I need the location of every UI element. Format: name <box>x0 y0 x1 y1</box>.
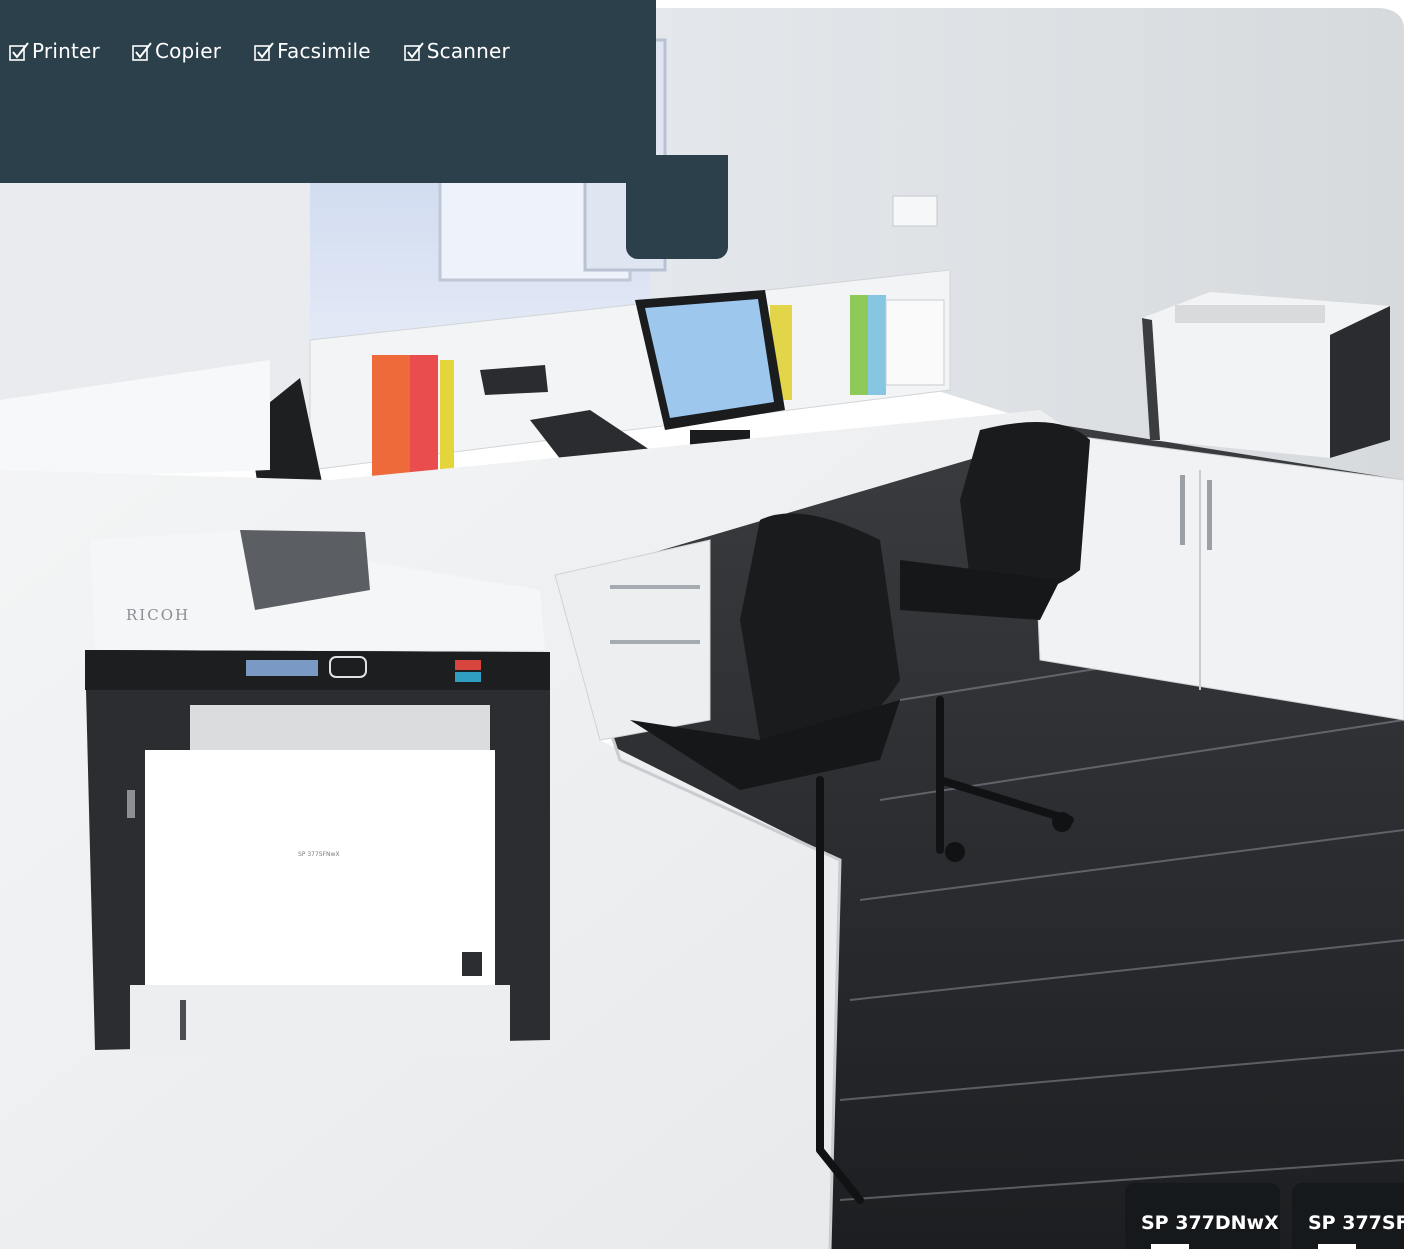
device-model-label: SP 377SFNwX <box>298 851 340 858</box>
model-tab-sp377sfn[interactable]: SP 377SFN <box>1292 1183 1404 1249</box>
feature-copier: Copier <box>131 39 221 63</box>
header-panel <box>0 0 656 183</box>
model-tab-indicator <box>1151 1244 1189 1249</box>
device-brand-label: RICOH <box>126 606 190 624</box>
model-tab-sp377dnwx[interactable]: SP 377DNwX <box>1125 1183 1280 1249</box>
checkbox-icon <box>403 40 425 62</box>
feature-list: Printer Copier Facsimile Scanner <box>8 36 542 66</box>
model-label: SP 377DNwX <box>1141 1212 1279 1234</box>
model-tab-indicator <box>1318 1244 1356 1249</box>
feature-label: Scanner <box>426 39 510 63</box>
model-label: SP 377SFN <box>1308 1212 1404 1234</box>
checkbox-icon <box>131 40 153 62</box>
feature-label: Facsimile <box>277 39 371 63</box>
feature-label: Copier <box>154 39 222 63</box>
checkbox-icon <box>8 40 30 62</box>
header-tab-notch <box>626 155 728 259</box>
feature-facsimile: Facsimile <box>253 39 371 63</box>
feature-scanner: Scanner <box>403 39 510 63</box>
checkbox-icon <box>253 40 275 62</box>
feature-printer: Printer <box>8 39 100 63</box>
feature-label: Printer <box>32 39 100 63</box>
